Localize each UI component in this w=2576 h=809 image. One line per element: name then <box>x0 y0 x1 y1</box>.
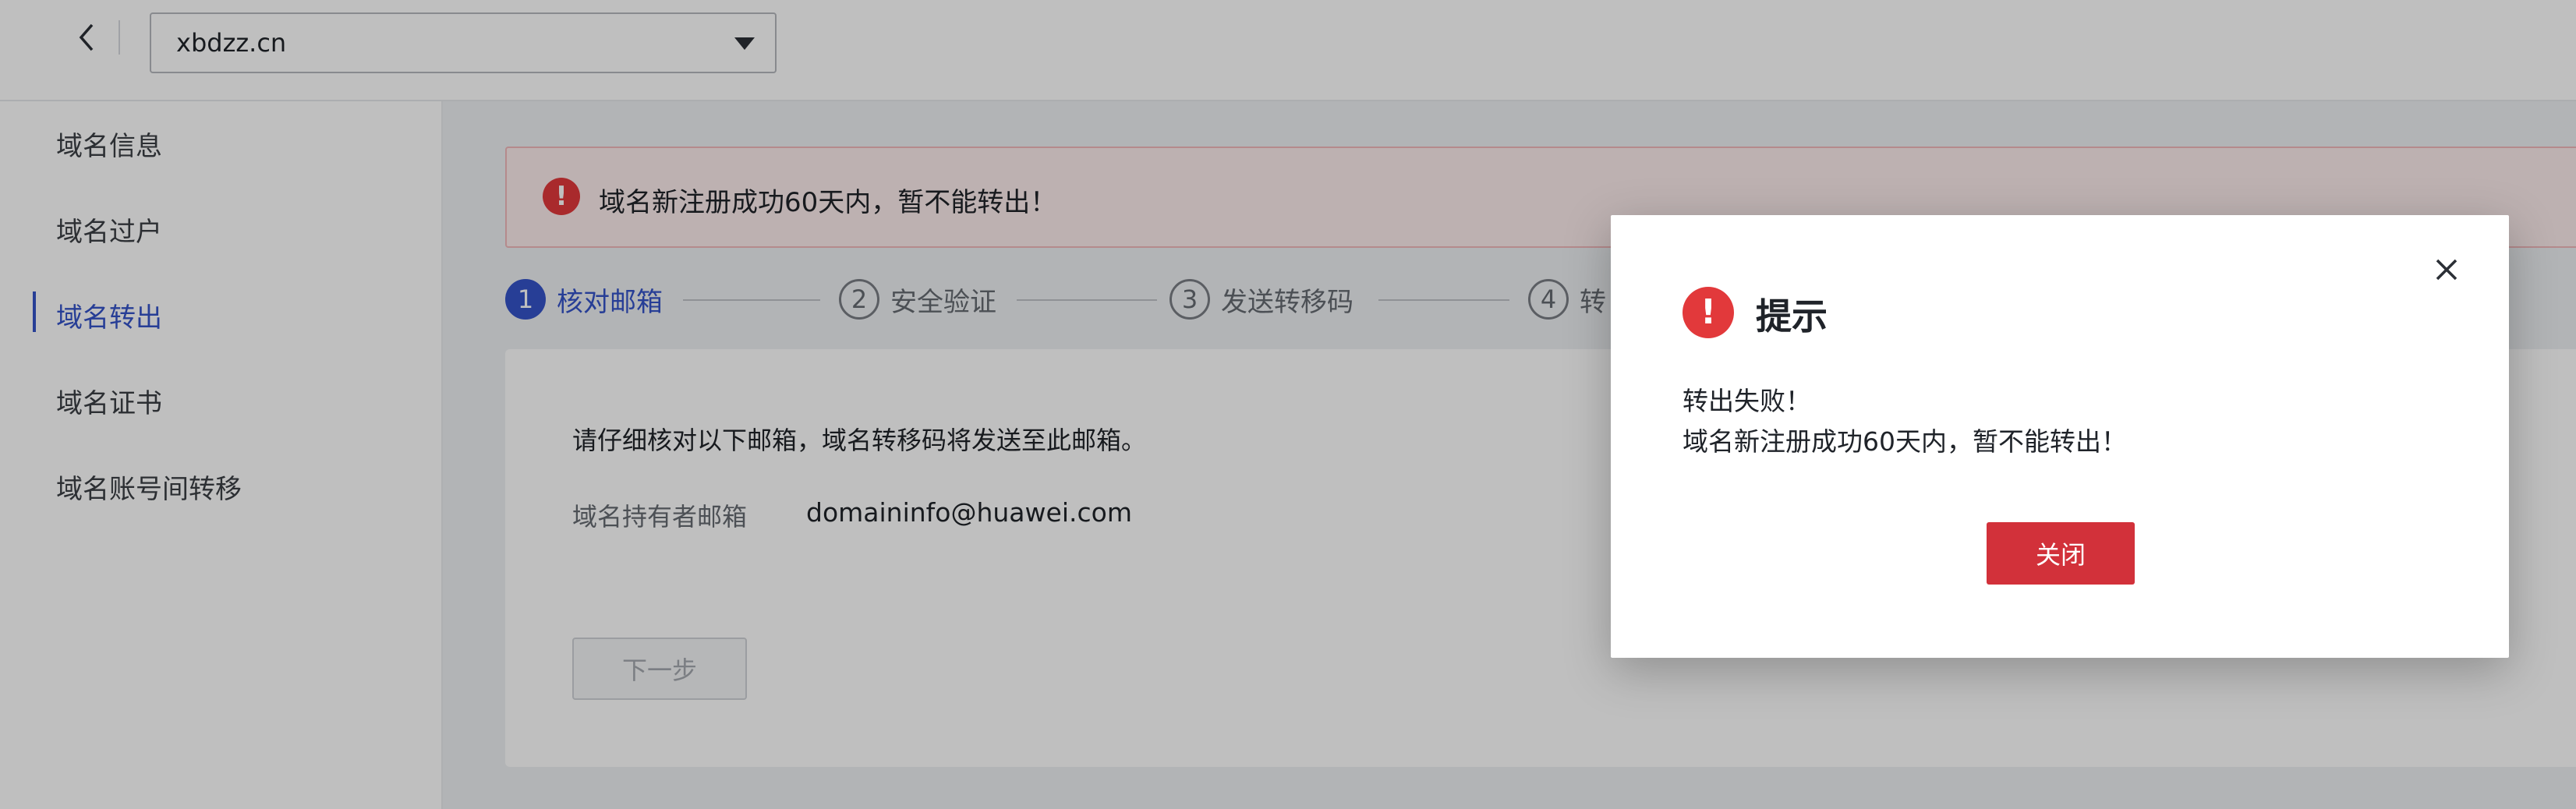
warning-icon: ! <box>1683 287 1734 338</box>
close-icon[interactable] <box>2429 253 2464 287</box>
error-dialog: ! 提示 转出失败！ 域名新注册成功60天内，暂不能转出！ 关闭 <box>1611 215 2509 658</box>
dialog-message-line1: 转出失败！ <box>1683 386 1811 416</box>
dialog-title: 提示 <box>1756 295 1828 337</box>
close-x-icon <box>2436 259 2457 281</box>
page: xbdzz.cn 域名信息 域名过户 域名转出 域名证书 域名账号间转移 ! 域… <box>0 0 2576 809</box>
close-button[interactable]: 关闭 <box>1987 522 2135 585</box>
dialog-message-line2: 域名新注册成功60天内，暂不能转出！ <box>1683 426 2127 457</box>
